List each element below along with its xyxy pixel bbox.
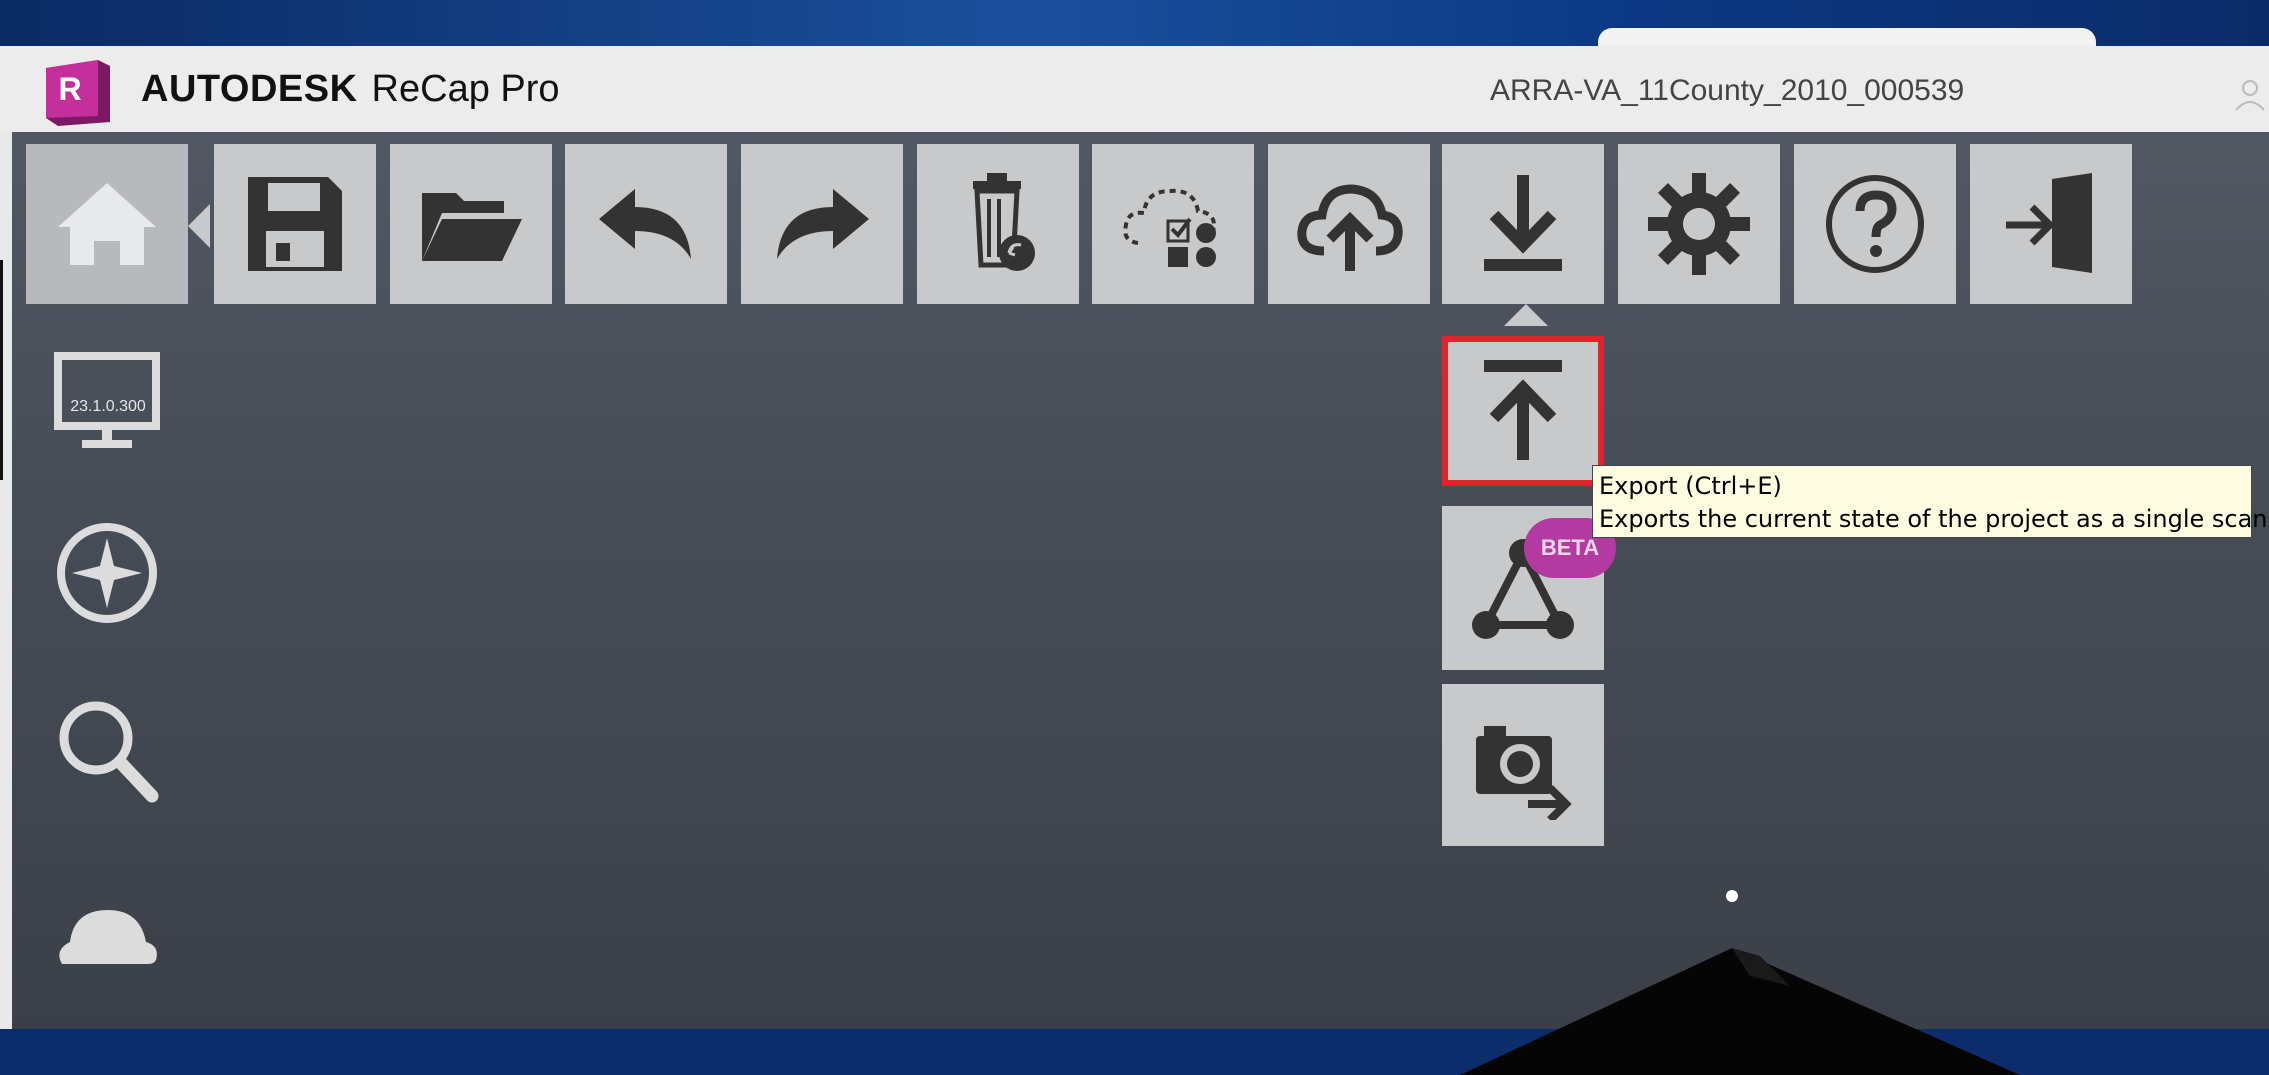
download-icon [1484,175,1562,271]
export-tooltip: Export (Ctrl+E) Exports the current stat… [1592,465,2269,538]
export-upload-icon [1484,360,1562,460]
exit-door-icon [2006,173,2092,273]
undo-button[interactable] [565,144,727,304]
download-dropdown-pointer [1504,304,1548,326]
download-button[interactable] [1442,144,1604,304]
home-button[interactable] [26,144,188,304]
snapshot-button[interactable] [1442,684,1604,846]
search-icon [59,701,159,803]
undo-arrow-icon [599,189,691,259]
monitor-icon [54,352,160,448]
cloud-services-button[interactable] [52,880,162,990]
cloud-icon [59,910,157,964]
gear-icon [1648,173,1750,275]
folder-open-icon [422,193,522,261]
help-icon [1826,175,1924,273]
settings-button[interactable] [1618,144,1780,304]
open-button[interactable] [390,144,552,304]
recap-logo-icon: R [46,60,110,126]
recycle-bin-button[interactable] [917,144,1079,304]
brand-name: AUTODESK ReCap Pro [141,64,560,114]
exit-button[interactable] [1970,144,2132,304]
upload-button[interactable] [1268,144,1430,304]
brand-product: ReCap Pro [371,67,560,110]
tooltip-title: Export (Ctrl+E) [1599,472,1782,500]
redo-button[interactable] [741,144,903,304]
save-button[interactable] [214,144,376,304]
trash-restore-icon [973,173,1035,271]
compass-icon [57,523,157,623]
cloud-upload-icon [1297,184,1403,271]
user-account-icon[interactable] [2232,76,2268,112]
camera-export-icon [1476,726,1572,820]
home-pointer-arrow [188,204,210,248]
help-button[interactable] [1794,144,1956,304]
export-button[interactable] [1442,338,1604,484]
brand-company: AUTODESK [141,67,358,110]
floppy-disk-icon [248,177,342,271]
left-border-line [0,260,3,480]
cloud-selection-button[interactable] [1092,144,1254,304]
tooltip-description: Exports the current state of the project… [1599,505,2269,533]
point-cloud-view [1460,890,2020,1075]
home-icon [58,183,156,265]
redo-arrow-icon [777,189,869,259]
search-button[interactable] [52,696,162,806]
cloud-region-icon [1123,188,1217,267]
navigation-button[interactable] [52,518,162,628]
display-settings-button[interactable] [52,346,162,456]
project-title: ARRA-VA_11County_2010_000539 [1490,74,1965,107]
logo-letter: R [58,71,81,107]
title-bar: R AUTODESK ReCap Pro ARRA-VA_11County_20… [0,46,2269,132]
